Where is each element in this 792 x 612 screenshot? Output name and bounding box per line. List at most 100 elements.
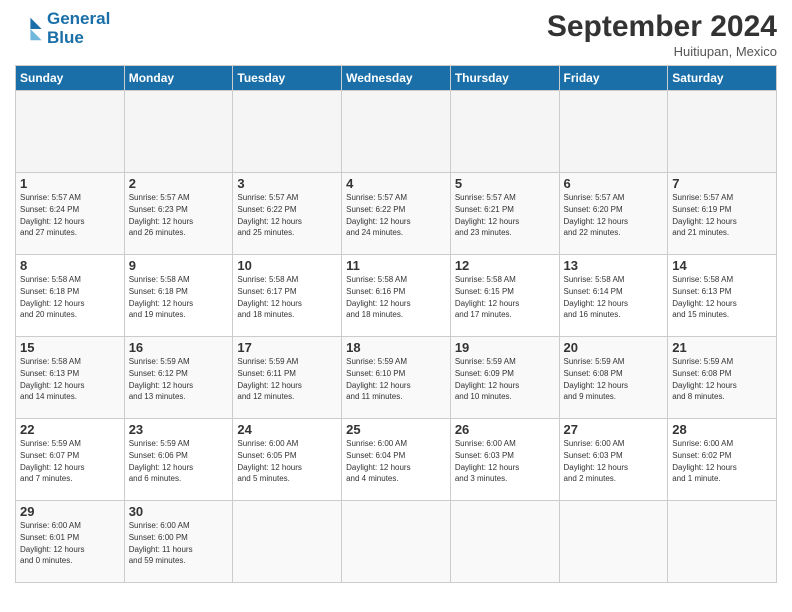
day-number: 18 <box>346 340 446 355</box>
day-number: 14 <box>672 258 772 273</box>
title-block: September 2024 Huitiupan, Mexico <box>547 10 777 59</box>
cell-text: Sunrise: 6:00 AMSunset: 6:05 PMDaylight:… <box>237 439 301 483</box>
day-number: 23 <box>129 422 229 437</box>
day-number: 17 <box>237 340 337 355</box>
day-number: 24 <box>237 422 337 437</box>
table-cell-d3: 3 Sunrise: 5:57 AMSunset: 6:22 PMDayligh… <box>233 173 342 255</box>
day-number: 20 <box>564 340 664 355</box>
table-cell-d25: 25 Sunrise: 6:00 AMSunset: 6:04 PMDaylig… <box>342 419 451 501</box>
cell-text: Sunrise: 5:58 AMSunset: 6:13 PMDaylight:… <box>672 275 736 319</box>
table-cell-d7: 7 Sunrise: 5:57 AMSunset: 6:19 PMDayligh… <box>668 173 777 255</box>
logo-text: General Blue <box>47 10 110 47</box>
table-cell-empty <box>233 501 342 583</box>
table-cell-empty <box>342 501 451 583</box>
table-cell-d18: 18 Sunrise: 5:59 AMSunset: 6:10 PMDaylig… <box>342 337 451 419</box>
day-number: 21 <box>672 340 772 355</box>
table-cell-d4: 4 Sunrise: 5:57 AMSunset: 6:22 PMDayligh… <box>342 173 451 255</box>
day-number: 15 <box>20 340 120 355</box>
table-cell-d29: 29 Sunrise: 6:00 AMSunset: 6:01 PMDaylig… <box>16 501 125 583</box>
col-tuesday: Tuesday <box>233 66 342 91</box>
day-number: 22 <box>20 422 120 437</box>
cell-text: Sunrise: 5:57 AMSunset: 6:20 PMDaylight:… <box>564 193 628 237</box>
cell-text: Sunrise: 5:58 AMSunset: 6:18 PMDaylight:… <box>20 275 84 319</box>
cell-text: Sunrise: 5:59 AMSunset: 6:07 PMDaylight:… <box>20 439 84 483</box>
table-cell-d23: 23 Sunrise: 5:59 AMSunset: 6:06 PMDaylig… <box>124 419 233 501</box>
day-number: 3 <box>237 176 337 191</box>
table-cell-empty <box>124 91 233 173</box>
col-sunday: Sunday <box>16 66 125 91</box>
cell-text: Sunrise: 6:00 AMSunset: 6:01 PMDaylight:… <box>20 521 84 565</box>
cell-text: Sunrise: 6:00 AMSunset: 6:04 PMDaylight:… <box>346 439 410 483</box>
cell-text: Sunrise: 5:57 AMSunset: 6:22 PMDaylight:… <box>346 193 410 237</box>
day-number: 16 <box>129 340 229 355</box>
day-number: 27 <box>564 422 664 437</box>
cell-text: Sunrise: 5:59 AMSunset: 6:10 PMDaylight:… <box>346 357 410 401</box>
table-cell-empty <box>668 91 777 173</box>
cell-text: Sunrise: 5:58 AMSunset: 6:15 PMDaylight:… <box>455 275 519 319</box>
table-cell-d27: 27 Sunrise: 6:00 AMSunset: 6:03 PMDaylig… <box>559 419 668 501</box>
day-number: 30 <box>129 504 229 519</box>
table-cell-empty <box>559 501 668 583</box>
table-cell-d2: 2 Sunrise: 5:57 AMSunset: 6:23 PMDayligh… <box>124 173 233 255</box>
cell-text: Sunrise: 5:57 AMSunset: 6:19 PMDaylight:… <box>672 193 736 237</box>
table-cell-d19: 19 Sunrise: 5:59 AMSunset: 6:09 PMDaylig… <box>450 337 559 419</box>
table-cell-d5: 5 Sunrise: 5:57 AMSunset: 6:21 PMDayligh… <box>450 173 559 255</box>
cell-text: Sunrise: 5:58 AMSunset: 6:17 PMDaylight:… <box>237 275 301 319</box>
day-number: 10 <box>237 258 337 273</box>
day-number: 2 <box>129 176 229 191</box>
col-saturday: Saturday <box>668 66 777 91</box>
cell-text: Sunrise: 5:59 AMSunset: 6:11 PMDaylight:… <box>237 357 301 401</box>
col-wednesday: Wednesday <box>342 66 451 91</box>
table-cell-d1: 1 Sunrise: 5:57 AMSunset: 6:24 PMDayligh… <box>16 173 125 255</box>
table-cell-d20: 20 Sunrise: 5:59 AMSunset: 6:08 PMDaylig… <box>559 337 668 419</box>
day-number: 6 <box>564 176 664 191</box>
table-cell-empty <box>559 91 668 173</box>
day-number: 29 <box>20 504 120 519</box>
col-monday: Monday <box>124 66 233 91</box>
day-number: 19 <box>455 340 555 355</box>
day-number: 13 <box>564 258 664 273</box>
table-cell-empty <box>342 91 451 173</box>
table-cell-empty <box>16 91 125 173</box>
table-cell-d8: 8 Sunrise: 5:58 AMSunset: 6:18 PMDayligh… <box>16 255 125 337</box>
cell-text: Sunrise: 5:57 AMSunset: 6:24 PMDaylight:… <box>20 193 84 237</box>
cell-text: Sunrise: 5:59 AMSunset: 6:06 PMDaylight:… <box>129 439 193 483</box>
day-number: 9 <box>129 258 229 273</box>
week-row-5: 29 Sunrise: 6:00 AMSunset: 6:01 PMDaylig… <box>16 501 777 583</box>
cell-text: Sunrise: 6:00 AMSunset: 6:02 PMDaylight:… <box>672 439 736 483</box>
week-row-1-data: 1 Sunrise: 5:57 AMSunset: 6:24 PMDayligh… <box>16 173 777 255</box>
col-thursday: Thursday <box>450 66 559 91</box>
cell-text: Sunrise: 5:57 AMSunset: 6:22 PMDaylight:… <box>237 193 301 237</box>
calendar-header-row: Sunday Monday Tuesday Wednesday Thursday… <box>16 66 777 91</box>
page: General Blue September 2024 Huitiupan, M… <box>0 0 792 612</box>
cell-text: Sunrise: 5:57 AMSunset: 6:23 PMDaylight:… <box>129 193 193 237</box>
table-cell-d21: 21 Sunrise: 5:59 AMSunset: 6:08 PMDaylig… <box>668 337 777 419</box>
logo-icon <box>15 15 43 43</box>
cell-text: Sunrise: 5:59 AMSunset: 6:08 PMDaylight:… <box>672 357 736 401</box>
month-title: September 2024 <box>547 10 777 44</box>
week-row-1 <box>16 91 777 173</box>
day-number: 25 <box>346 422 446 437</box>
cell-text: Sunrise: 5:58 AMSunset: 6:14 PMDaylight:… <box>564 275 628 319</box>
location: Huitiupan, Mexico <box>547 44 777 59</box>
day-number: 8 <box>20 258 120 273</box>
cell-text: Sunrise: 5:57 AMSunset: 6:21 PMDaylight:… <box>455 193 519 237</box>
calendar-table: Sunday Monday Tuesday Wednesday Thursday… <box>15 65 777 583</box>
table-cell-empty <box>233 91 342 173</box>
week-row-3: 15 Sunrise: 5:58 AMSunset: 6:13 PMDaylig… <box>16 337 777 419</box>
table-cell-empty <box>450 501 559 583</box>
cell-text: Sunrise: 5:58 AMSunset: 6:18 PMDaylight:… <box>129 275 193 319</box>
table-cell-d24: 24 Sunrise: 6:00 AMSunset: 6:05 PMDaylig… <box>233 419 342 501</box>
table-cell-d9: 9 Sunrise: 5:58 AMSunset: 6:18 PMDayligh… <box>124 255 233 337</box>
table-cell-d28: 28 Sunrise: 6:00 AMSunset: 6:02 PMDaylig… <box>668 419 777 501</box>
header: General Blue September 2024 Huitiupan, M… <box>15 10 777 59</box>
table-cell-d17: 17 Sunrise: 5:59 AMSunset: 6:11 PMDaylig… <box>233 337 342 419</box>
table-cell-d16: 16 Sunrise: 5:59 AMSunset: 6:12 PMDaylig… <box>124 337 233 419</box>
week-row-4: 22 Sunrise: 5:59 AMSunset: 6:07 PMDaylig… <box>16 419 777 501</box>
table-cell-d11: 11 Sunrise: 5:58 AMSunset: 6:16 PMDaylig… <box>342 255 451 337</box>
cell-text: Sunrise: 6:00 AMSunset: 6:03 PMDaylight:… <box>564 439 628 483</box>
table-cell-d14: 14 Sunrise: 5:58 AMSunset: 6:13 PMDaylig… <box>668 255 777 337</box>
table-cell-d10: 10 Sunrise: 5:58 AMSunset: 6:17 PMDaylig… <box>233 255 342 337</box>
cell-text: Sunrise: 5:59 AMSunset: 6:09 PMDaylight:… <box>455 357 519 401</box>
table-cell-d26: 26 Sunrise: 6:00 AMSunset: 6:03 PMDaylig… <box>450 419 559 501</box>
